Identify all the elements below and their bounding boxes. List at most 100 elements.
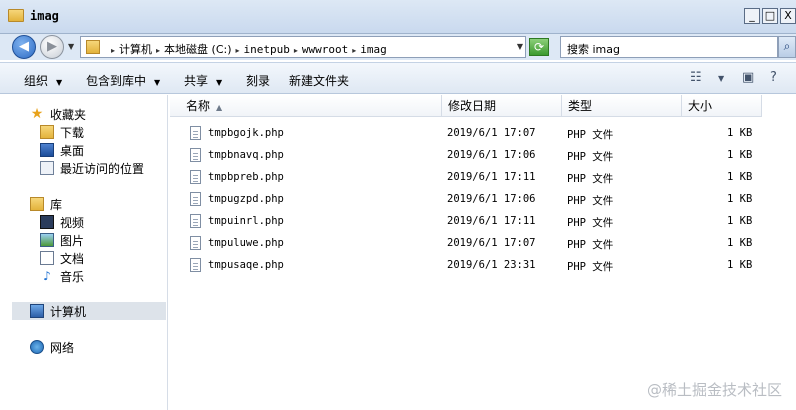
file-row[interactable]: tmpusaqe.php 2019/6/1 23:31 PHP 文件 1 KB <box>170 255 796 277</box>
file-row[interactable]: tmpbnavq.php 2019/6/1 17:06 PHP 文件 1 KB <box>170 145 796 167</box>
file-size: 1 KB <box>727 237 753 249</box>
chevron-right-icon[interactable]: ▸ <box>236 46 240 55</box>
breadcrumb: ▸ 计算机 ▸ 本地磁盘 (C:) ▸ inetpub ▸ wwwroot ▸ imag <box>107 41 387 57</box>
column-header-date[interactable]: 修改日期 <box>442 95 562 117</box>
include-in-library-button[interactable]: 包含到库中 ▼ <box>86 72 160 89</box>
share-button[interactable]: 共享 ▼ <box>184 72 222 89</box>
help-icon[interactable]: ? <box>770 70 777 85</box>
sidebar-item-documents[interactable]: 文档 <box>40 249 84 267</box>
file-type: PHP 文件 <box>567 173 614 185</box>
file-row[interactable]: tmpugzpd.php 2019/6/1 17:06 PHP 文件 1 KB <box>170 189 796 211</box>
network-icon <box>30 340 44 354</box>
file-size: 1 KB <box>727 171 753 183</box>
recent-pages-dropdown[interactable]: ▼ <box>68 42 74 51</box>
desktop-icon <box>40 143 54 157</box>
chevron-right-icon[interactable]: ▸ <box>352 46 356 55</box>
breadcrumb-computer[interactable]: 计算机 <box>119 43 152 56</box>
address-row: ◀ ▶ ▼ ▸ 计算机 ▸ 本地磁盘 (C:) ▸ inetpub ▸ wwwroot ▸ ima… <box>0 34 796 60</box>
refresh-button[interactable]: ⟳ <box>529 38 549 56</box>
column-header-name[interactable]: 名称 ▲ <box>170 95 442 117</box>
sidebar-item-computer[interactable]: 计算机 <box>12 302 166 320</box>
sidebar-item-label: 文档 <box>60 251 85 266</box>
dropdown-arrow-icon: ▼ <box>216 78 223 87</box>
organize-button[interactable]: 组织 ▼ <box>24 72 62 89</box>
address-bar[interactable]: ▸ 计算机 ▸ 本地磁盘 (C:) ▸ inetpub ▸ wwwroot ▸ imag ▼ <box>80 36 526 58</box>
file-row[interactable]: tmpbpreb.php 2019/6/1 17:11 PHP 文件 1 KB <box>170 167 796 189</box>
dropdown-arrow-icon: ▼ <box>154 78 161 87</box>
new-folder-button[interactable]: 新建文件夹 <box>289 72 349 89</box>
include-in-library-label: 包含到库中 <box>86 74 147 88</box>
chevron-right-icon[interactable]: ▸ <box>294 46 298 55</box>
search-input[interactable]: 搜索 imag <box>560 36 778 58</box>
file-type: PHP 文件 <box>567 239 614 251</box>
php-file-icon <box>190 192 201 206</box>
recent-places-icon <box>40 161 54 175</box>
sidebar-item-network[interactable]: 网络 <box>30 338 74 356</box>
sidebar-item-desktop[interactable]: 桌面 <box>40 141 84 159</box>
sidebar-item-label: 最近访问的位置 <box>60 161 145 176</box>
preview-pane-icon[interactable]: ▣ <box>742 70 754 85</box>
sidebar-item-label: 音乐 <box>60 269 85 284</box>
file-list: 名称 ▲ 修改日期 类型 大小 tmpbgojk.php 2019/6/1 17:0… <box>170 95 796 410</box>
breadcrumb-local-disk[interactable]: 本地磁盘 (C:) <box>164 43 231 56</box>
window-controls: _ □ X <box>744 8 796 24</box>
php-file-icon <box>190 258 201 272</box>
back-button[interactable]: ◀ <box>12 35 36 59</box>
file-row[interactable]: tmpuinrl.php 2019/6/1 17:11 PHP 文件 1 KB <box>170 211 796 233</box>
organize-label: 组织 <box>24 74 49 88</box>
view-options-icon[interactable]: ☷ <box>690 70 702 85</box>
sidebar-item-label: 图片 <box>60 233 85 248</box>
sort-ascending-icon: ▲ <box>216 103 223 112</box>
file-name: tmpbpreb.php <box>208 171 284 183</box>
file-type: PHP 文件 <box>567 151 614 163</box>
file-row[interactable]: tmpuluwe.php 2019/6/1 17:07 PHP 文件 1 KB <box>170 233 796 255</box>
address-history-dropdown[interactable]: ▼ <box>517 42 523 51</box>
chevron-right-icon[interactable]: ▸ <box>111 46 115 55</box>
chevron-right-icon[interactable]: ▸ <box>156 46 160 55</box>
sidebar-item-recent-places[interactable]: 最近访问的位置 <box>40 159 144 177</box>
breadcrumb-wwwroot[interactable]: wwwroot <box>302 43 348 56</box>
php-file-icon <box>190 126 201 140</box>
sidebar-item-downloads[interactable]: 下载 <box>40 123 84 141</box>
sidebar-item-music[interactable]: ♪ 音乐 <box>40 267 84 285</box>
sidebar-item-favorites[interactable]: ★ 收藏夹 <box>30 105 86 123</box>
file-row[interactable]: tmpbgojk.php 2019/6/1 17:07 PHP 文件 1 KB <box>170 123 796 145</box>
dropdown-arrow-icon: ▼ <box>56 78 63 87</box>
burn-button[interactable]: 刻录 <box>246 72 270 89</box>
watermark: @稀土掘金技术社区 <box>646 381 782 399</box>
sidebar-item-label: 视频 <box>60 215 85 230</box>
column-header-label: 名称 <box>186 99 211 113</box>
documents-icon <box>40 251 54 265</box>
file-size: 1 KB <box>727 215 753 227</box>
sidebar-item-libraries[interactable]: 库 <box>30 195 62 213</box>
file-name: tmpuinrl.php <box>208 215 284 227</box>
window-title: imag <box>30 9 59 23</box>
maximize-button[interactable]: □ <box>762 8 778 24</box>
title-bar: imag _ □ X <box>0 0 796 34</box>
sidebar-item-label: 网络 <box>50 340 75 355</box>
search-placeholder: 搜索 imag <box>567 43 620 56</box>
sidebar-item-label: 库 <box>50 197 63 212</box>
file-date-modified: 2019/6/1 17:11 <box>447 215 536 227</box>
library-icon <box>30 197 44 211</box>
file-type: PHP 文件 <box>567 195 614 207</box>
close-button[interactable]: X <box>780 8 796 24</box>
php-file-icon <box>190 214 201 228</box>
minimize-button[interactable]: _ <box>744 8 760 24</box>
column-header-size[interactable]: 大小 <box>682 95 762 117</box>
file-name: tmpuluwe.php <box>208 237 284 249</box>
pictures-icon <box>40 233 54 247</box>
php-file-icon <box>190 170 201 184</box>
view-dropdown-icon[interactable]: ▼ <box>718 74 724 83</box>
column-header-type[interactable]: 类型 <box>562 95 682 117</box>
file-date-modified: 2019/6/1 17:07 <box>447 237 536 249</box>
file-size: 1 KB <box>727 149 753 161</box>
sidebar-item-videos[interactable]: 视频 <box>40 213 84 231</box>
share-label: 共享 <box>184 74 209 88</box>
sidebar-item-pictures[interactable]: 图片 <box>40 231 84 249</box>
file-size: 1 KB <box>727 193 753 205</box>
breadcrumb-imag[interactable]: imag <box>360 43 387 56</box>
forward-button[interactable]: ▶ <box>40 35 64 59</box>
breadcrumb-inetpub[interactable]: inetpub <box>244 43 290 56</box>
search-icon[interactable]: ⌕ <box>778 36 796 58</box>
